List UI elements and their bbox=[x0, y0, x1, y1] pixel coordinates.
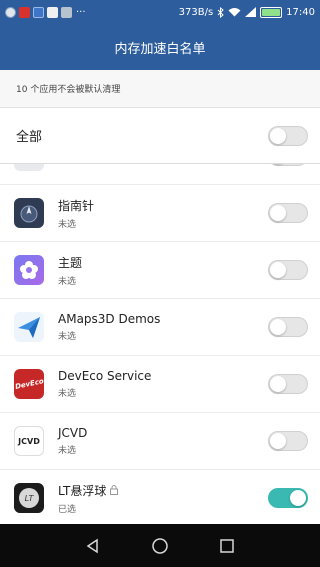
app-row-lt[interactable]: LT LT悬浮球 已选 bbox=[0, 470, 320, 524]
partial-app-icon bbox=[14, 164, 44, 171]
recents-button[interactable] bbox=[219, 538, 235, 554]
app-toggle[interactable] bbox=[268, 374, 308, 394]
app-text: LT悬浮球 已选 bbox=[58, 482, 119, 515]
app-row-jcvd[interactable]: JCVD JCVD 未选 bbox=[0, 413, 320, 470]
paper-plane-icon bbox=[14, 312, 44, 342]
app-status: 未选 bbox=[58, 219, 77, 230]
app-text: AMaps3D Demos 未选 bbox=[58, 312, 160, 342]
app-text: 主题 未选 bbox=[58, 254, 82, 287]
select-all-label: 全部 bbox=[16, 130, 43, 145]
app-name: JCVD bbox=[58, 426, 88, 440]
notification-icons: ··· bbox=[5, 6, 86, 18]
jcvd-icon: JCVD bbox=[14, 426, 44, 456]
status-indicators: 373B/s 17:40 bbox=[178, 6, 315, 18]
app-notification-icon-3 bbox=[61, 6, 72, 18]
app-row-amaps[interactable]: AMaps3D Demos 未选 bbox=[0, 299, 320, 356]
app-row-compass[interactable]: 指南针 未选 bbox=[0, 185, 320, 242]
app-toggle[interactable] bbox=[268, 203, 308, 223]
lt-icon-text: LT bbox=[24, 493, 34, 503]
bluetooth-icon bbox=[217, 6, 224, 18]
app-notification-icon bbox=[5, 6, 16, 18]
app-text: JCVD 未选 bbox=[58, 426, 87, 456]
app-row-deveco[interactable]: DevEco DevEco Service 未选 bbox=[0, 356, 320, 413]
app-row-partial[interactable]: 未选 bbox=[0, 164, 320, 185]
jcvd-icon-text: JCVD bbox=[18, 436, 40, 446]
deveco-icon-text: DevEco bbox=[14, 377, 44, 391]
app-status: 已选 bbox=[58, 504, 77, 515]
app-text: DevEco Service 未选 bbox=[58, 369, 151, 399]
summary-text: 10 个应用不会被默认清理 bbox=[16, 85, 121, 95]
app-toggle[interactable] bbox=[268, 431, 308, 451]
app-status: 未选 bbox=[58, 446, 77, 456]
select-all-toggle[interactable] bbox=[268, 125, 308, 146]
app-name: LT悬浮球 bbox=[58, 483, 107, 498]
app-text: 指南针 未选 bbox=[58, 197, 94, 230]
image-notification-icon bbox=[33, 6, 44, 18]
app-toggle[interactable] bbox=[268, 164, 308, 166]
app-name: 主题 bbox=[58, 255, 83, 270]
title-bar: 内存加速白名单 bbox=[0, 24, 320, 70]
battery-icon bbox=[260, 6, 283, 18]
app-name-wrapper: LT悬浮球 bbox=[58, 482, 119, 499]
lt-floating-ball-icon: LT bbox=[14, 483, 44, 513]
app-toggle[interactable] bbox=[268, 488, 308, 508]
app-list[interactable]: 未选 指南针 未选 bbox=[0, 164, 320, 524]
network-speed: 373B/s bbox=[178, 6, 214, 18]
page-title: 内存加速白名单 bbox=[114, 41, 206, 57]
app-toggle[interactable] bbox=[268, 317, 308, 337]
navigation-bar bbox=[0, 524, 320, 567]
clock: 17:40 bbox=[286, 6, 315, 18]
app-name: 指南针 bbox=[58, 198, 95, 213]
app-name: AMaps3D Demos bbox=[58, 312, 161, 326]
summary-bar: 10 个应用不会被默认清理 bbox=[0, 70, 320, 108]
app-status: 未选 bbox=[58, 276, 77, 287]
more-notifications-icon: ··· bbox=[76, 6, 86, 18]
home-button[interactable] bbox=[151, 537, 169, 555]
compass-icon bbox=[14, 198, 44, 228]
app-toggle[interactable] bbox=[268, 260, 308, 280]
select-all-row[interactable]: 全部 bbox=[0, 108, 320, 164]
back-button[interactable] bbox=[85, 538, 101, 554]
status-bar: ··· 373B/s 17:40 bbox=[0, 0, 320, 24]
theme-flower-icon bbox=[14, 255, 44, 285]
lock-icon bbox=[110, 485, 119, 495]
app-notification-icon-2 bbox=[47, 6, 58, 18]
wifi-icon bbox=[228, 8, 241, 17]
app-status: 未选 bbox=[58, 332, 77, 342]
app-name: DevEco Service bbox=[58, 369, 152, 383]
mail-notification-icon bbox=[19, 6, 30, 18]
app-status: 未选 bbox=[58, 389, 77, 399]
signal-icon bbox=[245, 7, 257, 17]
deveco-icon: DevEco bbox=[14, 369, 44, 399]
app-row-theme[interactable]: 主题 未选 bbox=[0, 242, 320, 299]
